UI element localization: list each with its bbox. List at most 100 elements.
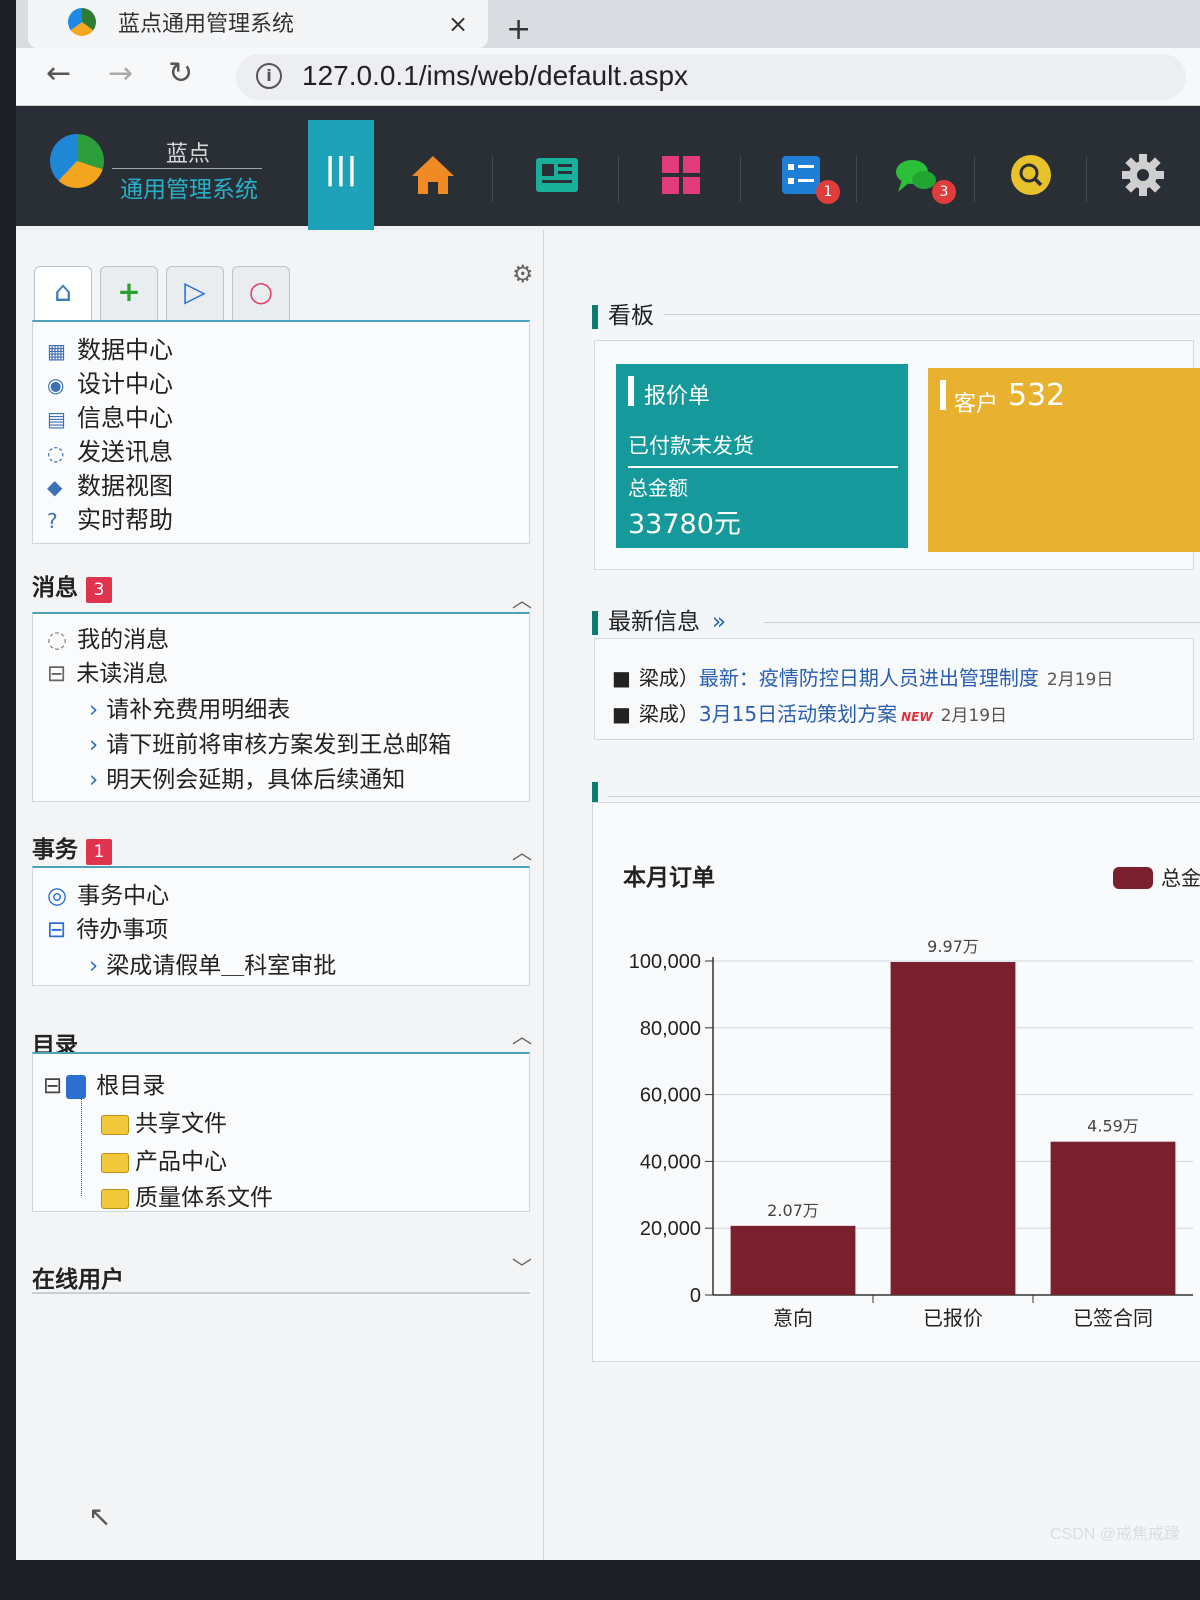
expand-icon[interactable]: ﹀ [512, 1252, 532, 1281]
news-author: 梁成） [638, 702, 699, 726]
header-divider [618, 156, 619, 202]
search-icon[interactable] [1006, 150, 1056, 200]
menu-item-info-center[interactable]: ▤ 信息中心 [47, 398, 173, 433]
header-divider [1086, 156, 1087, 202]
tab-close-button[interactable]: × [448, 10, 468, 38]
data-label: 4.59万 [1087, 1117, 1139, 1136]
logo-title: 蓝点 [166, 142, 211, 167]
x-tick-label: 意向 [773, 1306, 813, 1330]
todo-item[interactable]: ⊟ 待办事项 [47, 910, 168, 944]
board-heading: 看板 [592, 296, 654, 330]
y-tick-label: 100,000 [629, 951, 701, 973]
chevron-right-icon: › [89, 767, 99, 793]
bar [730, 1225, 856, 1295]
site-info-icon[interactable]: i [256, 63, 282, 89]
news-link[interactable]: 3月15日活动策划方案 [699, 702, 897, 726]
news-heading: 最新信息 » [592, 602, 726, 636]
heading-rule [764, 622, 1200, 623]
quote-card[interactable]: 报价单 已付款未发货 总金额 33780元 [616, 364, 908, 548]
more-link[interactable]: » [712, 609, 726, 635]
collapse-icon[interactable]: ︿ [512, 836, 532, 865]
tree-folder[interactable]: 产品中心 [101, 1142, 227, 1176]
message-item[interactable]: › 明天例会延期，具体后续通知 [89, 760, 405, 794]
browser-tab[interactable]: 蓝点通用管理系统 × [28, 0, 488, 48]
reload-button[interactable]: ↻ [168, 56, 193, 91]
item-label: 我的消息 [77, 627, 170, 653]
menu-item-send-message[interactable]: ◌ 发送讯息 [47, 432, 173, 467]
logo-divider [112, 168, 262, 169]
y-tick-label: 80,000 [640, 1018, 701, 1040]
quote-card-total-label: 总金额 [628, 476, 688, 500]
messages-badge: 3 [86, 577, 112, 603]
play-icon: ▷ [184, 275, 206, 308]
logo-icon [50, 134, 104, 188]
back-button[interactable]: ← [46, 56, 71, 91]
news-item[interactable]: ■ 梁成）最新：疫情防控日期人员进出管理制度 2月19日 [612, 662, 1113, 691]
new-tab-button[interactable]: + [506, 12, 531, 47]
y-tick-label: 40,000 [640, 1151, 701, 1173]
card-divider [628, 466, 898, 468]
tab-search[interactable]: ○ [232, 266, 290, 320]
message-item[interactable]: › 请下班前将审核方案发到王总邮箱 [89, 725, 451, 759]
item-label: 未读消息 [76, 661, 169, 687]
main-content: 看板 报价单 已付款未发货 总金额 33780元 客户 532 最新信息 » ■ 梁… [544, 230, 1200, 1560]
tree-root[interactable]: ⊟ 根目录 [43, 1066, 165, 1100]
sidebar-settings-icon[interactable]: ⚙ [512, 260, 534, 288]
menu-item-data-view[interactable]: ◆ 数据视图 [47, 466, 173, 501]
home-icon[interactable] [408, 150, 458, 200]
chart-title: 本月订单 [623, 865, 715, 891]
screen: 蓝点通用管理系统 × + ← → ↻ i 127.0.0.1/ims/web/d… [16, 0, 1200, 1560]
menu-toggle-button[interactable]: ||| [308, 120, 374, 232]
url-field[interactable]: i 127.0.0.1/ims/web/default.aspx [236, 54, 1186, 100]
chat-badge: 3 [932, 180, 956, 204]
chevron-right-icon: › [89, 732, 99, 758]
item-label: 梁成请假单＿科室审批 [106, 953, 337, 979]
affairs-section-title: 事务 1 [32, 830, 112, 865]
affairs-badge: 1 [86, 839, 112, 865]
heading-bar [592, 304, 598, 329]
apps-grid-icon[interactable] [656, 150, 706, 200]
item-label: 产品中心 [135, 1149, 227, 1175]
news-item[interactable]: ■ 梁成）3月15日活动策划方案 NEW 2月19日 [612, 698, 1007, 727]
plus-icon: + [117, 275, 141, 308]
menu-item-design-center[interactable]: ◉ 设计中心 [47, 364, 173, 399]
heading-bar [592, 610, 598, 635]
tab-play[interactable]: ▷ [166, 266, 224, 320]
item-label: 待办事项 [76, 917, 169, 943]
collapse-icon[interactable]: ︿ [512, 1020, 532, 1049]
news-date: 2月19日 [940, 706, 1008, 726]
settings-gear-icon[interactable] [1118, 150, 1168, 200]
forward-button[interactable]: → [108, 56, 133, 91]
collapse-box-icon: ⊟ [47, 917, 67, 943]
collapse-icon[interactable]: ︿ [512, 584, 532, 613]
folder-icon [101, 1152, 129, 1173]
section-title-text: 在线用户 [32, 1267, 124, 1293]
legend-label: 总金 [1161, 866, 1200, 890]
todo-entry[interactable]: › 梁成请假单＿科室审批 [89, 946, 336, 980]
menu-item-data-center[interactable]: ▦ 数据中心 [47, 330, 173, 365]
unread-messages-item[interactable]: ⊟ 未读消息 [47, 654, 168, 688]
bullet-icon: ■ [612, 702, 631, 726]
tree-line [81, 1098, 82, 1196]
cycle-icon: ◎ [47, 883, 68, 909]
app-header: 蓝点 通用管理系统 ||| 1 3 [16, 106, 1200, 232]
tab-add[interactable]: + [100, 266, 158, 320]
my-messages-item[interactable]: ◌ 我的消息 [47, 620, 169, 654]
item-label: 共享文件 [135, 1111, 227, 1137]
customer-card[interactable]: 客户 532 [928, 368, 1200, 552]
menu-item-help[interactable]: ? 实时帮助 [47, 500, 173, 535]
tab-home[interactable]: ⌂ [34, 266, 92, 320]
messages-panel: ◌ 我的消息 ⊟ 未读消息 › 请补充费用明细表 › 请下班前将审核方案发到王总邮箱 ›… [32, 612, 530, 802]
folder-icon [101, 1188, 129, 1209]
tree-folder[interactable]: 共享文件 [101, 1104, 227, 1138]
affairs-center-item[interactable]: ◎ 事务中心 [47, 876, 169, 910]
messages-section-title: 消息 3 [32, 568, 112, 603]
menu-label: 信息中心 [77, 404, 173, 432]
news-link[interactable]: 最新：疫情防控日期人员进出管理制度 [699, 666, 1039, 690]
tree-folder[interactable]: 质量体系文件 [101, 1178, 273, 1212]
news-icon[interactable] [532, 150, 582, 200]
message-item[interactable]: › 请补充费用明细表 [89, 690, 290, 724]
chevron-right-icon: › [89, 953, 99, 979]
favicon-icon [68, 8, 96, 36]
watermark: CSDN @戒焦戒躁 [1049, 1526, 1180, 1543]
